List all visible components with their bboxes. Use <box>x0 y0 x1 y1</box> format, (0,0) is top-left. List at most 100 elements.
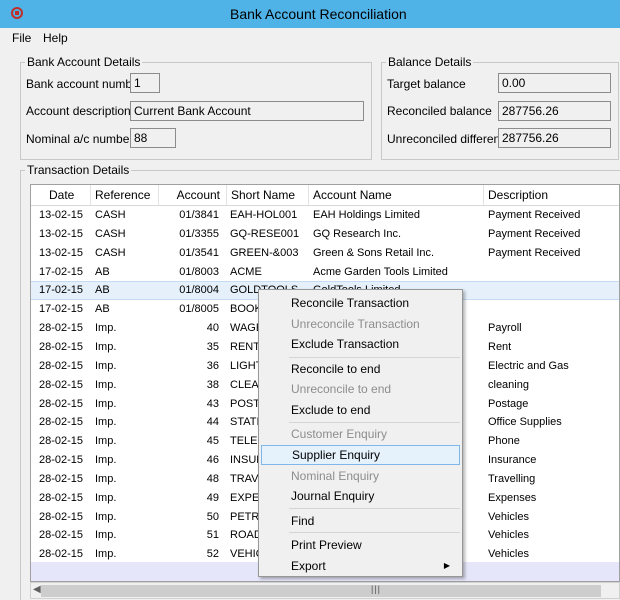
cell-account: 01/3841 <box>179 209 219 221</box>
horizontal-scrollbar[interactable]: ◀ ||| <box>30 582 620 599</box>
column-header-account-name[interactable]: Account Name <box>309 185 484 205</box>
cell-account-name: GQ Research Inc. <box>313 227 402 240</box>
cell-reference: AB <box>95 265 110 278</box>
scrollbar-thumb[interactable] <box>41 585 601 597</box>
column-header-description[interactable]: Description <box>484 185 619 205</box>
menu-item-reconcile-to-end[interactable]: Reconcile to end <box>261 359 460 379</box>
table-row[interactable]: 17-02-15 AB 01/8003 ACME Acme Garden Tools L… <box>31 263 619 282</box>
menu-help[interactable]: Help <box>43 31 68 45</box>
cell-account: 43 <box>206 397 219 410</box>
cell-short-name: GQ-RESE001 <box>230 227 300 240</box>
account-description-field[interactable]: Current Bank Account <box>130 101 364 121</box>
cell-date: 28-02-15 <box>39 359 84 372</box>
cell-description: Travelling <box>488 472 536 485</box>
unreconciled-difference-label: Unreconciled difference <box>387 132 513 146</box>
menu-item-label: Print Preview <box>291 538 362 552</box>
menu-item-label: Journal Enquiry <box>291 489 375 503</box>
column-header-account[interactable]: Account <box>159 185 227 205</box>
cell-reference: Imp. <box>95 416 117 429</box>
menu-item-label: Exclude to end <box>291 403 371 417</box>
menu-separator <box>289 422 460 423</box>
cell-reference: Imp. <box>95 510 117 523</box>
scroll-left-icon[interactable]: ◀ <box>33 584 41 595</box>
menu-item-unreconcile-transaction: Unreconcile Transaction <box>261 314 460 334</box>
menu-item-label: Reconcile to end <box>291 362 381 376</box>
cell-date: 28-02-15 <box>39 491 84 504</box>
cell-date: 13-02-15 <box>39 209 84 221</box>
cell-reference: Imp. <box>95 397 117 410</box>
target-balance-label: Target balance <box>387 77 466 91</box>
cell-short-name: ACME <box>230 265 262 278</box>
cell-description: Vehicles <box>488 510 529 523</box>
account-description-label: Account description <box>26 104 131 118</box>
cell-description: Payroll <box>488 322 522 335</box>
cell-account: 50 <box>206 510 219 523</box>
cell-account: 40 <box>206 322 219 335</box>
cell-description: Electric and Gas <box>488 359 569 372</box>
cell-description: Rent <box>488 340 512 353</box>
cell-account: 49 <box>206 491 219 504</box>
menu-item-export[interactable]: Export ▶ <box>261 556 460 576</box>
table-row[interactable]: 13-02-15 CASH 01/3841 EAH-HOL001 EAH Holding… <box>31 206 619 225</box>
menu-item-unreconcile-to-end: Unreconcile to end <box>261 379 460 399</box>
cell-account-name: EAH Holdings Limited <box>313 209 420 221</box>
cell-reference: CASH <box>95 209 126 221</box>
column-header-date[interactable]: Date <box>31 185 91 205</box>
target-balance-field[interactable]: 0.00 <box>498 73 611 93</box>
cell-account: 01/8004 <box>179 284 219 297</box>
cell-reference: Imp. <box>95 472 117 485</box>
cell-description: Expenses <box>488 491 537 504</box>
cell-description: cleaning <box>488 378 529 391</box>
cell-reference: Imp. <box>95 340 117 353</box>
balance-details-legend: Balance Details <box>386 55 474 69</box>
cell-date: 28-02-15 <box>39 340 84 353</box>
account-number-label: Bank account number <box>26 77 143 91</box>
cell-account: 36 <box>206 359 219 372</box>
cell-description: Payment Received <box>488 209 581 221</box>
cell-date: 28-02-15 <box>39 397 84 410</box>
cell-reference: AB <box>95 303 110 316</box>
nominal-number-label: Nominal a/c number <box>26 132 134 146</box>
title-bar: Bank Account Reconciliation <box>0 0 620 28</box>
cell-account-name: Green & Sons Retail Inc. <box>313 246 435 259</box>
cell-description: Insurance <box>488 454 537 467</box>
cell-date: 13-02-15 <box>39 227 84 240</box>
cell-date: 28-02-15 <box>39 378 84 391</box>
cell-date: 28-02-15 <box>39 454 84 467</box>
cell-reference: Imp. <box>95 322 117 335</box>
menu-item-exclude-to-end[interactable]: Exclude to end <box>261 400 460 420</box>
nominal-number-field[interactable]: 88 <box>130 128 176 148</box>
column-header-reference[interactable]: Reference <box>91 185 159 205</box>
cell-account: 01/8005 <box>179 303 219 316</box>
menu-file[interactable]: File <box>12 31 31 45</box>
column-header-short-name[interactable]: Short Name <box>227 185 309 205</box>
table-row[interactable]: 13-02-15 CASH 01/3541 GREEN-&003 Green & Son… <box>31 244 619 263</box>
cell-description: Payment Received <box>488 246 581 259</box>
window-title: Bank Account Reconciliation <box>230 6 407 22</box>
cell-description: Phone <box>488 435 520 448</box>
cell-date: 17-02-15 <box>39 303 84 316</box>
menu-separator <box>289 508 460 509</box>
account-number-field[interactable]: 1 <box>130 73 160 93</box>
cell-date: 28-02-15 <box>39 435 84 448</box>
table-row[interactable]: 13-02-15 CASH 01/3355 GQ-RESE001 GQ Research… <box>31 225 619 244</box>
menu-item-print-preview[interactable]: Print Preview <box>261 535 460 555</box>
menu-item-reconcile-transaction[interactable]: Reconcile Transaction <box>261 293 460 313</box>
cell-reference: CASH <box>95 227 126 240</box>
menu-separator <box>289 532 460 533</box>
cell-reference: Imp. <box>95 435 117 448</box>
reconciled-balance-label: Reconciled balance <box>387 104 492 118</box>
menu-item-find[interactable]: Find <box>261 511 460 531</box>
cell-description: Office Supplies <box>488 416 562 429</box>
menu-item-label: Nominal Enquiry <box>291 469 380 483</box>
menu-item-journal-enquiry[interactable]: Journal Enquiry <box>261 486 460 506</box>
menu-item-supplier-enquiry[interactable]: Supplier Enquiry <box>261 445 460 465</box>
cell-reference: Imp. <box>95 529 117 542</box>
cell-account: 01/3355 <box>179 227 219 240</box>
menu-item-exclude-transaction[interactable]: Exclude Transaction <box>261 334 460 354</box>
submenu-arrow-icon: ▶ <box>443 561 450 570</box>
menu-item-label: Unreconcile Transaction <box>291 317 420 331</box>
reconciled-balance-field: 287756.26 <box>498 101 611 121</box>
cell-reference: CASH <box>95 246 126 259</box>
unreconciled-difference-field: 287756.26 <box>498 128 611 148</box>
